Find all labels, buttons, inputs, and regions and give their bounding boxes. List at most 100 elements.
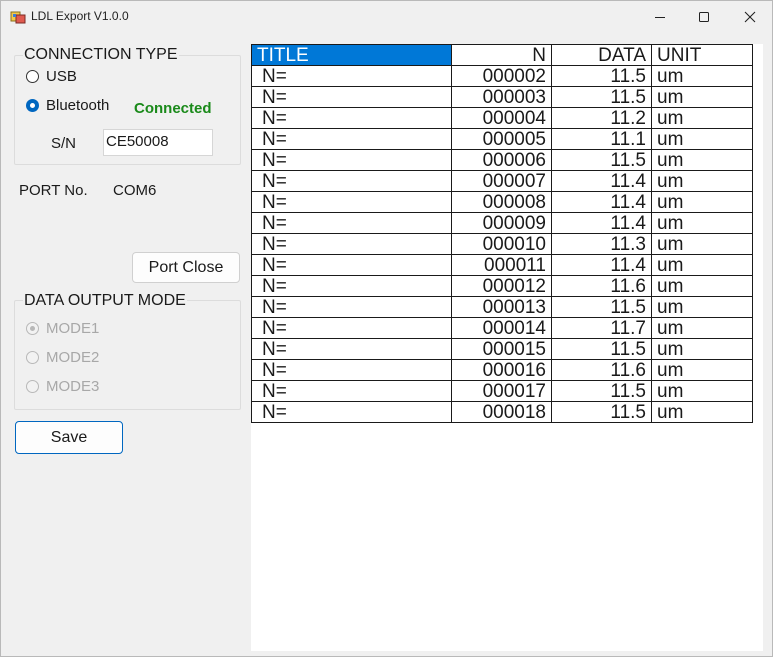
cell-unit[interactable]: um (651, 86, 753, 108)
cell-unit[interactable]: um (651, 149, 753, 171)
cell-title[interactable]: N= (251, 170, 452, 192)
cell-unit[interactable]: um (651, 296, 753, 318)
cell-title[interactable]: N= (251, 107, 452, 129)
cell-data[interactable]: 11.5 (551, 86, 652, 108)
cell-unit[interactable]: um (651, 233, 753, 255)
cell-title[interactable]: N= (251, 317, 452, 339)
cell-data[interactable]: 11.4 (551, 212, 652, 234)
mode1-radio[interactable]: MODE1 (26, 320, 99, 337)
minimize-button[interactable] (637, 1, 683, 32)
cell-title[interactable]: N= (251, 128, 452, 150)
mode3-radio-indicator[interactable] (26, 380, 39, 393)
cell-title[interactable]: N= (251, 380, 452, 402)
mode2-radio[interactable]: MODE2 (26, 349, 99, 366)
cell-title[interactable]: N= (251, 191, 452, 213)
cell-data[interactable]: 11.7 (551, 317, 652, 339)
cell-data[interactable]: 11.5 (551, 380, 652, 402)
cell-title[interactable]: N= (251, 233, 452, 255)
cell-title[interactable]: N= (251, 275, 452, 297)
cell-n[interactable]: 000005 (451, 128, 552, 150)
mode1-radio-indicator[interactable] (26, 322, 39, 335)
column-header-n[interactable]: N (451, 44, 552, 66)
table-row[interactable]: N= 000006 11.5 um (251, 149, 753, 171)
cell-data[interactable]: 11.4 (551, 254, 652, 276)
cell-data[interactable]: 11.6 (551, 359, 652, 381)
cell-n[interactable]: 000017 (451, 380, 552, 402)
cell-unit[interactable]: um (651, 338, 753, 360)
data-grid-area[interactable]: TITLE N DATA UNIT N= 000002 11.5 um N= 000003… (251, 44, 763, 651)
cell-unit[interactable]: um (651, 191, 753, 213)
cell-title[interactable]: N= (251, 254, 452, 276)
table-row[interactable]: N= 000007 11.4 um (251, 170, 753, 192)
maximize-button[interactable] (681, 1, 727, 32)
table-row[interactable]: N= 000005 11.1 um (251, 128, 753, 150)
cell-title[interactable]: N= (251, 212, 452, 234)
cell-data[interactable]: 11.5 (551, 149, 652, 171)
cell-n[interactable]: 000007 (451, 170, 552, 192)
cell-n[interactable]: 000016 (451, 359, 552, 381)
table-row[interactable]: N= 000011 11.4 um (251, 254, 753, 276)
cell-n[interactable]: 000009 (451, 212, 552, 234)
cell-data[interactable]: 11.4 (551, 191, 652, 213)
cell-unit[interactable]: um (651, 65, 753, 87)
cell-title[interactable]: N= (251, 149, 452, 171)
table-row[interactable]: N= 000014 11.7 um (251, 317, 753, 339)
cell-n[interactable]: 000006 (451, 149, 552, 171)
table-row[interactable]: N= 000002 11.5 um (251, 65, 753, 87)
bluetooth-radio-indicator[interactable] (26, 99, 39, 112)
table-row[interactable]: N= 000009 11.4 um (251, 212, 753, 234)
usb-radio-indicator[interactable] (26, 70, 39, 83)
data-grid[interactable]: TITLE N DATA UNIT N= 000002 11.5 um N= 000003… (251, 44, 753, 423)
cell-unit[interactable]: um (651, 254, 753, 276)
cell-title[interactable]: N= (251, 401, 452, 423)
close-button[interactable] (727, 1, 772, 32)
table-row[interactable]: N= 000018 11.5 um (251, 401, 753, 423)
column-header-data[interactable]: DATA (551, 44, 652, 66)
save-button[interactable]: Save (15, 421, 123, 454)
cell-unit[interactable]: um (651, 128, 753, 150)
cell-data[interactable]: 11.1 (551, 128, 652, 150)
cell-unit[interactable]: um (651, 359, 753, 381)
cell-data[interactable]: 11.3 (551, 233, 652, 255)
cell-n[interactable]: 000015 (451, 338, 552, 360)
cell-n[interactable]: 000004 (451, 107, 552, 129)
cell-data[interactable]: 11.4 (551, 170, 652, 192)
cell-n[interactable]: 000012 (451, 275, 552, 297)
cell-n[interactable]: 000011 (451, 254, 552, 276)
table-row[interactable]: N= 000013 11.5 um (251, 296, 753, 318)
cell-title[interactable]: N= (251, 65, 452, 87)
table-row[interactable]: N= 000008 11.4 um (251, 191, 753, 213)
cell-title[interactable]: N= (251, 338, 452, 360)
cell-n[interactable]: 000008 (451, 191, 552, 213)
cell-data[interactable]: 11.5 (551, 401, 652, 423)
cell-data[interactable]: 11.5 (551, 338, 652, 360)
cell-unit[interactable]: um (651, 401, 753, 423)
column-header-unit[interactable]: UNIT (651, 44, 753, 66)
cell-title[interactable]: N= (251, 296, 452, 318)
table-row[interactable]: N= 000015 11.5 um (251, 338, 753, 360)
table-row[interactable]: N= 000004 11.2 um (251, 107, 753, 129)
cell-data[interactable]: 11.5 (551, 65, 652, 87)
usb-radio[interactable]: USB (26, 68, 77, 85)
table-row[interactable]: N= 000017 11.5 um (251, 380, 753, 402)
cell-n[interactable]: 000018 (451, 401, 552, 423)
cell-n[interactable]: 000014 (451, 317, 552, 339)
cell-unit[interactable]: um (651, 275, 753, 297)
cell-unit[interactable]: um (651, 317, 753, 339)
cell-unit[interactable]: um (651, 170, 753, 192)
cell-n[interactable]: 000003 (451, 86, 552, 108)
cell-n[interactable]: 000013 (451, 296, 552, 318)
cell-title[interactable]: N= (251, 359, 452, 381)
sn-field[interactable]: CE50008 (103, 129, 213, 156)
cell-n[interactable]: 000002 (451, 65, 552, 87)
cell-unit[interactable]: um (651, 380, 753, 402)
cell-unit[interactable]: um (651, 212, 753, 234)
cell-unit[interactable]: um (651, 107, 753, 129)
table-row[interactable]: N= 000016 11.6 um (251, 359, 753, 381)
bluetooth-radio[interactable]: Bluetooth (26, 97, 109, 114)
mode3-radio[interactable]: MODE3 (26, 378, 99, 395)
mode2-radio-indicator[interactable] (26, 351, 39, 364)
table-row[interactable]: N= 000003 11.5 um (251, 86, 753, 108)
cell-data[interactable]: 11.2 (551, 107, 652, 129)
port-close-button[interactable]: Port Close (132, 252, 240, 283)
